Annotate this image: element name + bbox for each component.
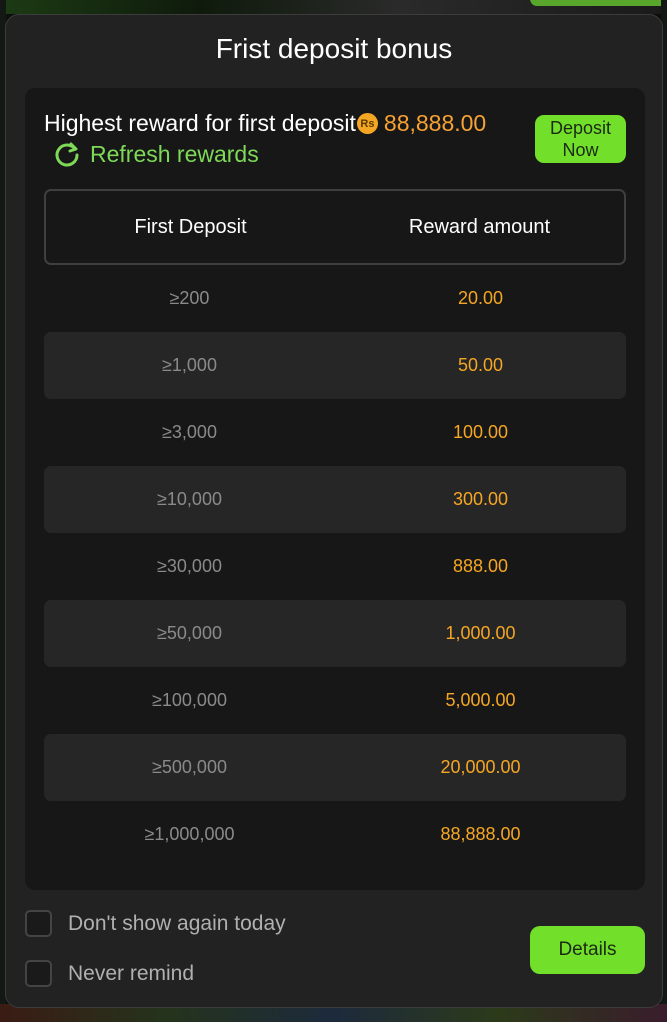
reward-amount: 50.00: [457, 355, 504, 375]
reward-table-body: ≥200 20.00 ≥1,000 50.00 ≥3,000 100.00 ≥1…: [44, 265, 626, 868]
deposit-threshold: ≥100,000: [152, 690, 227, 710]
highest-reward-label: Highest reward for first deposit: [44, 110, 356, 136]
deposit-threshold: ≥1,000: [162, 355, 217, 375]
dont-show-today-label: Don't show again today: [68, 911, 286, 935]
table-row: ≥1,000,000 88,888.00: [44, 801, 626, 868]
deposit-threshold: ≥3,000: [162, 422, 217, 442]
reward-amount: 300.00: [452, 489, 509, 509]
first-deposit-bonus-modal: Frist deposit bonus Highest reward for f…: [5, 14, 663, 1008]
never-remind-option[interactable]: Never remind: [25, 960, 194, 987]
table-row: ≥3,000 100.00: [44, 399, 626, 466]
reward-amount: 888.00: [452, 556, 509, 576]
table-row: ≥500,000 20,000.00: [44, 734, 626, 801]
table-row: ≥30,000 888.00: [44, 533, 626, 600]
never-remind-checkbox[interactable]: [25, 960, 52, 987]
reward-panel: Highest reward for first deposit Rs 88,8…: [25, 88, 645, 890]
rupee-coin-icon: Rs: [356, 113, 378, 134]
deposit-now-button[interactable]: Deposit Now: [535, 115, 626, 163]
dont-show-today-checkbox[interactable]: [25, 910, 52, 937]
refresh-rewards-link[interactable]: Refresh rewards: [53, 140, 259, 168]
table-row: ≥100,000 5,000.00: [44, 667, 626, 734]
reward-amount: 20.00: [457, 288, 504, 308]
reward-amount: 88,888.00: [440, 824, 521, 844]
details-button[interactable]: Details: [530, 926, 645, 974]
deposit-threshold: ≥30,000: [157, 556, 222, 576]
reward-amount: 20,000.00: [440, 757, 521, 777]
reward-amount: 5,000.00: [445, 690, 516, 710]
deposit-threshold: ≥1,000,000: [144, 824, 235, 844]
background-logo: [60, 0, 270, 12]
reward-amount: 1,000.00: [445, 623, 516, 643]
refresh-rewards-label: Refresh rewards: [90, 140, 259, 167]
table-row: ≥1,000 50.00: [44, 332, 626, 399]
never-remind-label: Never remind: [68, 961, 195, 985]
refresh-icon: [55, 142, 79, 167]
dont-show-today-option[interactable]: Don't show again today: [25, 910, 286, 937]
column-header-first-deposit: First Deposit: [134, 215, 247, 238]
deposit-threshold: ≥500,000: [152, 757, 227, 777]
table-row: ≥10,000 300.00: [44, 466, 626, 533]
background-pill: [530, 0, 667, 6]
table-row: ≥50,000 1,000.00: [44, 600, 626, 667]
deposit-threshold: ≥10,000: [157, 489, 222, 509]
column-header-reward-amount: Reward amount: [408, 215, 551, 238]
deposit-threshold: ≥50,000: [157, 623, 222, 643]
deposit-threshold: ≥200: [169, 288, 210, 308]
table-header: First Deposit Reward amount: [44, 189, 626, 265]
modal-title: Frist deposit bonus: [215, 33, 453, 64]
highest-reward-line: Highest reward for first deposit Rs 88,8…: [44, 110, 486, 137]
highest-reward-amount: 88,888.00: [383, 110, 487, 136]
table-row: ≥200 20.00: [44, 265, 626, 332]
reward-amount: 100.00: [452, 422, 509, 442]
